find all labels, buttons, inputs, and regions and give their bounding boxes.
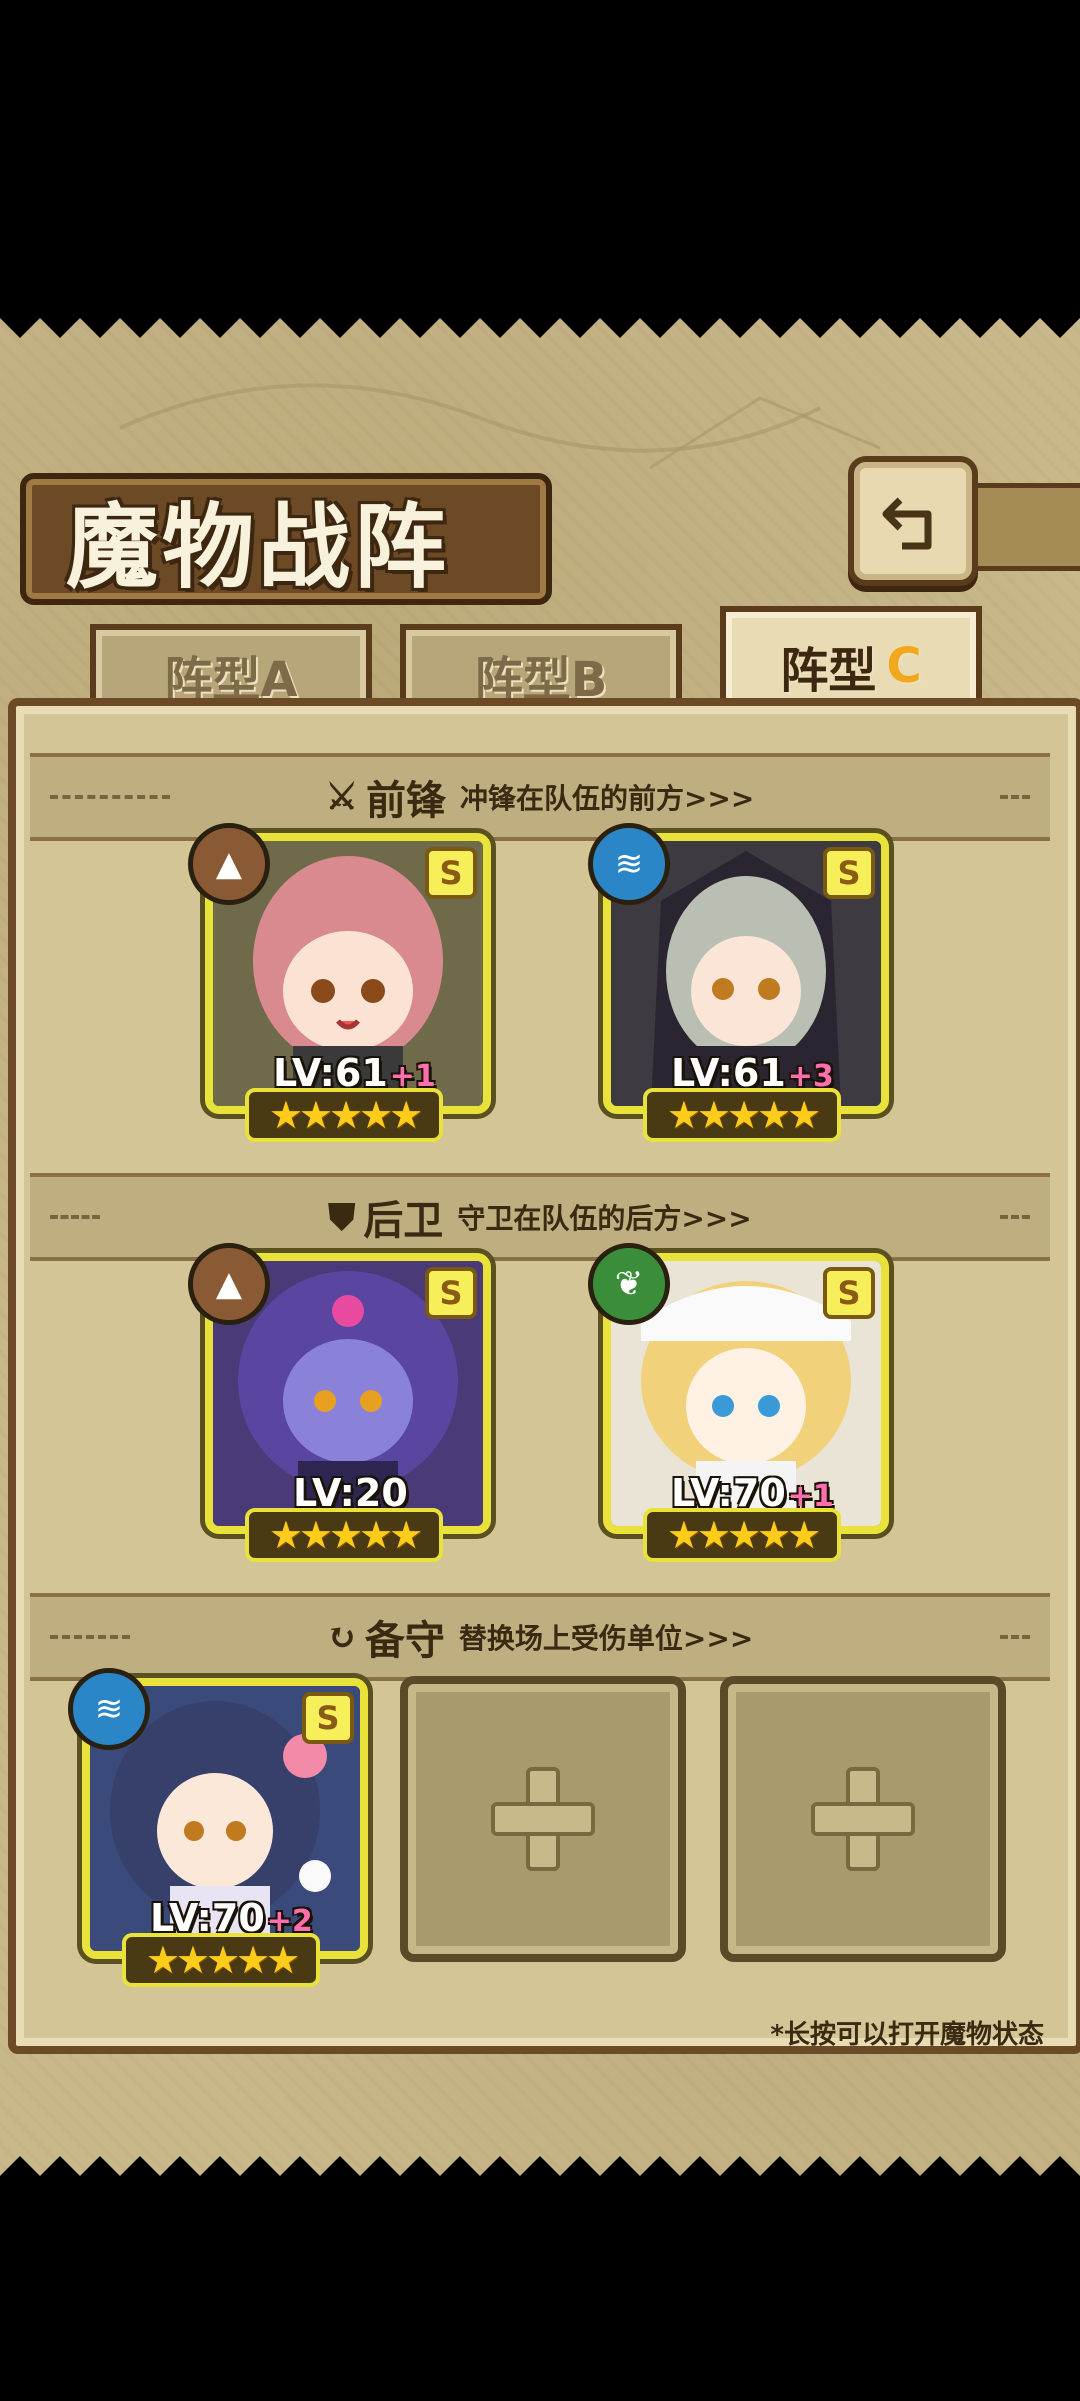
refresh-icon: ↻: [326, 1616, 357, 1658]
section-header-front: ⚔ 前锋 冲锋在队伍的前方>>>: [30, 753, 1050, 841]
star-rating: ★★★★★: [643, 1508, 841, 1562]
rank-badge: S: [823, 847, 875, 899]
star-rating: ★★★★★: [643, 1088, 841, 1142]
add-icon: [811, 1767, 915, 1871]
page-title: 魔物战阵: [66, 492, 451, 601]
section-header-rear: ⛊ 后卫 守卫在队伍的后方>>>: [30, 1173, 1050, 1261]
star-rating: ★★★★★: [122, 1933, 320, 1987]
star-rating: ★★★★★: [245, 1088, 443, 1142]
water-element-icon: ≋: [68, 1668, 150, 1750]
rock-element-icon: ▲: [188, 823, 270, 905]
star-rating: ★★★★★: [245, 1508, 443, 1562]
section-header-reserve: ↻ 备守 替换场上受伤单位>>>: [30, 1593, 1050, 1681]
empty-reserve-slot[interactable]: [400, 1676, 686, 1962]
water-element-icon: ≋: [588, 823, 670, 905]
section-title: ⚔ 前锋: [325, 776, 446, 824]
section-description: 冲锋在队伍的前方>>>: [459, 782, 755, 815]
rank-badge: S: [823, 1267, 875, 1319]
empty-reserve-slot[interactable]: [720, 1676, 1006, 1962]
section-title: ⛊ 后卫: [328, 1195, 444, 1245]
add-icon: [491, 1767, 595, 1871]
back-button[interactable]: [848, 456, 978, 586]
rank-badge: S: [302, 1692, 354, 1744]
zigzag-bottom-border: [0, 2156, 1080, 2206]
tab-accent-letter: C: [886, 638, 922, 694]
return-arrow-icon: [882, 497, 932, 550]
section-description: 守卫在队伍的后方>>>: [457, 1202, 752, 1235]
rock-element-icon: ▲: [188, 1243, 270, 1325]
sword-icon: ⚔: [325, 776, 358, 818]
hint-footnote: *长按可以打开魔物状态: [770, 2020, 1044, 2050]
rank-badge: S: [425, 847, 477, 899]
shield-icon: ⛊: [328, 1195, 356, 1238]
section-title: ↻ 备守: [326, 1616, 445, 1664]
rank-badge: S: [425, 1267, 477, 1319]
section-description: 替换场上受伤单位>>>: [458, 1622, 754, 1655]
tab-label: 阵型: [780, 643, 877, 699]
back-button-rail: [960, 483, 1080, 571]
leaf-element-icon: ❦: [588, 1243, 670, 1325]
title-plate: 魔物战阵: [20, 473, 552, 605]
game-screen: 魔物战阵 阵型A 阵型B 阵型 C ⚔ 前锋 冲锋在队伍的前方>>> S LV:…: [0, 288, 1080, 2206]
